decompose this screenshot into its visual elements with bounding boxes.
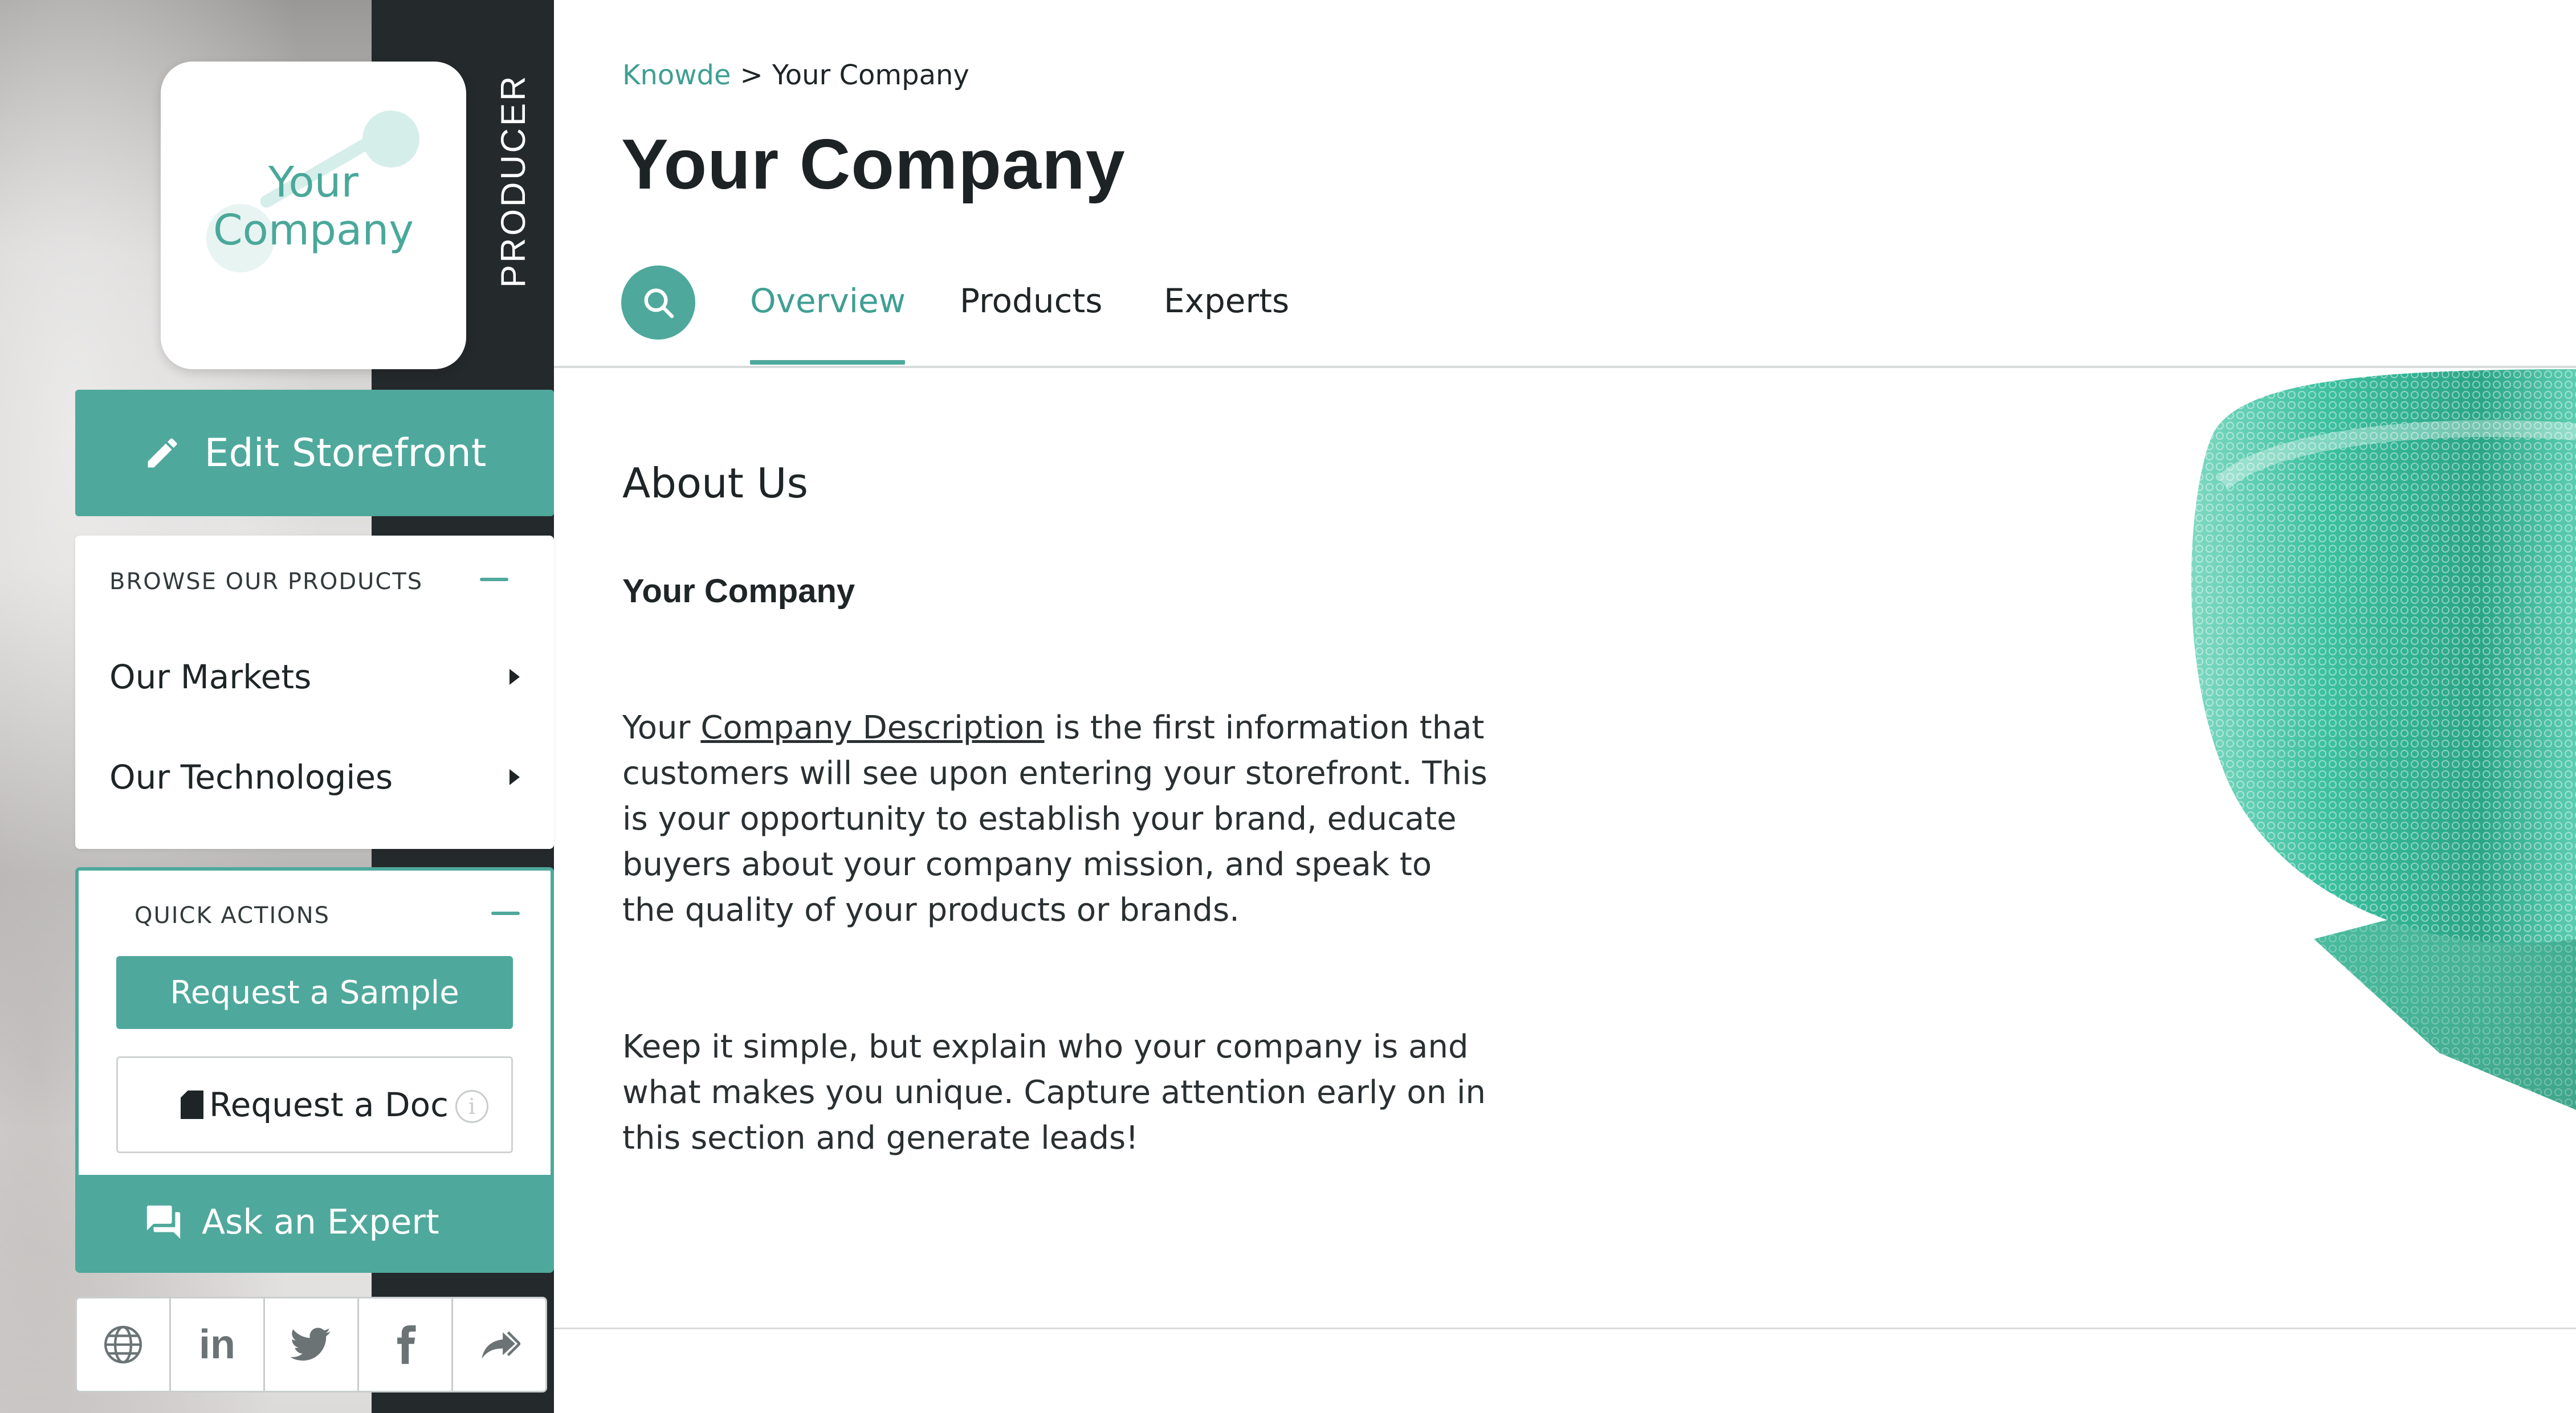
chat-icon: [146, 1205, 181, 1239]
edit-storefront-label: Edit Storefront: [204, 430, 487, 476]
producer-badge: PRODUCER: [494, 73, 532, 288]
browse-products-title: BROWSE OUR PRODUCTS: [109, 569, 423, 595]
linkedin-icon[interactable]: in: [171, 1298, 265, 1391]
caret-right-icon: [510, 769, 520, 785]
document-icon: [180, 1091, 203, 1119]
company-logo: Your Company: [161, 62, 466, 369]
share-icon[interactable]: [453, 1298, 545, 1391]
about-us-heading: About Us: [622, 459, 808, 507]
company-description-paragraph: Your Company Description is the first in…: [622, 709, 1487, 929]
globe-icon[interactable]: [77, 1298, 171, 1391]
edit-storefront-button[interactable]: Edit Storefront: [75, 390, 554, 516]
facebook-icon[interactable]: [359, 1298, 453, 1391]
request-sample-button[interactable]: Request a Sample: [116, 956, 513, 1029]
company-description-link[interactable]: Company Description: [700, 709, 1044, 746]
menu-item-our-technologies[interactable]: Our Technologies: [109, 754, 520, 800]
active-tab-indicator: [750, 360, 905, 365]
tab-products[interactable]: Products: [960, 281, 1102, 320]
breadcrumb-knowde-link[interactable]: Knowde: [622, 59, 731, 91]
ask-expert-button[interactable]: Ask an Expert: [79, 1175, 551, 1269]
breadcrumb-separator: >: [740, 59, 763, 91]
social-links: in: [75, 1297, 547, 1392]
tab-overview[interactable]: Overview: [750, 281, 906, 320]
browse-products-panel: BROWSE OUR PRODUCTS Our Markets Our Tech…: [75, 536, 554, 849]
twitter-icon[interactable]: [265, 1298, 359, 1391]
page-title: Your Company: [621, 125, 1126, 204]
company-name-heading: Your Company: [622, 573, 855, 610]
content-divider: [554, 1328, 2576, 1329]
company-tips-paragraph: Keep it simple, but explain who your com…: [622, 1028, 1486, 1157]
breadcrumb-current: Your Company: [772, 59, 969, 91]
quick-actions-panel: QUICK ACTIONS Request a Sample Request a…: [75, 867, 554, 1273]
info-icon[interactable]: i: [455, 1090, 488, 1123]
quick-actions-title: QUICK ACTIONS: [134, 902, 331, 929]
tabs-divider: [554, 366, 2576, 368]
search-button[interactable]: [621, 266, 695, 340]
breadcrumb: Knowde > Your Company: [622, 59, 969, 91]
pencil-icon: [148, 438, 177, 468]
bubble-wrap-image: [2191, 369, 2576, 1110]
menu-item-our-markets[interactable]: Our Markets: [109, 654, 520, 700]
search-icon: [644, 288, 674, 318]
caret-right-icon: [510, 669, 520, 685]
logo-text: Your Company: [213, 158, 414, 255]
collapse-icon[interactable]: [480, 578, 508, 581]
collapse-icon[interactable]: [491, 912, 520, 915]
tab-experts[interactable]: Experts: [1164, 281, 1289, 320]
request-doc-button[interactable]: Request a Doc i: [116, 1056, 513, 1153]
